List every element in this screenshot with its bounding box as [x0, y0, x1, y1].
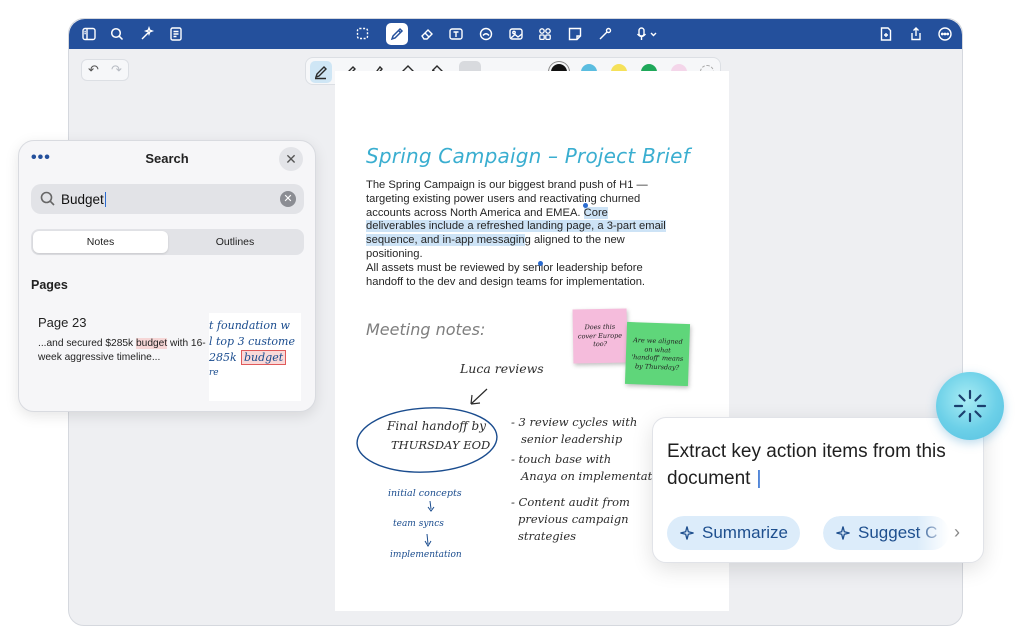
search-scope-segmented-control: Notes Outlines [31, 229, 304, 255]
sticky-note-icon[interactable] [565, 24, 585, 44]
redo-icon[interactable]: ↷ [111, 62, 122, 78]
sparkle-icon [836, 526, 850, 540]
elements-icon[interactable] [535, 24, 555, 44]
close-icon[interactable]: ✕ [279, 147, 303, 171]
add-page-icon[interactable] [876, 24, 896, 44]
ai-prompt-input[interactable]: Extract key action items from this docum… [667, 438, 957, 492]
handwriting-bullet3c: strategies [518, 529, 577, 543]
text-box-icon[interactable] [446, 24, 466, 44]
microphone-icon[interactable] [631, 24, 663, 44]
handwriting-bullet3b: previous campaign [518, 512, 629, 526]
ai-sparkle-icon[interactable] [137, 24, 157, 44]
lasso-select-icon[interactable] [353, 24, 373, 44]
eraser-icon[interactable] [417, 24, 437, 44]
search-icon[interactable] [107, 24, 127, 44]
laser-pointer-icon[interactable] [595, 24, 615, 44]
search-icon [40, 191, 55, 206]
summarize-button[interactable]: Summarize [667, 516, 800, 550]
image-icon[interactable] [506, 24, 526, 44]
search-input[interactable]: Budget ✕ [31, 184, 304, 214]
search-panel-title: Search [145, 151, 189, 166]
search-panel: ••• Search ✕ Budget ✕ Notes Outlines Pag… [18, 140, 316, 412]
handwriting-bullet3a: - Content audit from [511, 495, 630, 509]
handwriting-circle-line1: Final handoff by [387, 419, 486, 433]
handwriting-circle-line2: THURSDAY EOD [391, 438, 491, 452]
handwriting-bullet2a: - touch base with [511, 452, 612, 466]
search-result-page[interactable]: Page 23 [38, 315, 86, 330]
search-result-thumbnail[interactable]: t foundation w l top 3 custome 285k budg… [209, 313, 301, 401]
ai-assistant-icon[interactable] [936, 372, 1004, 440]
undo-icon[interactable]: ↶ [88, 62, 99, 78]
chevron-right-icon[interactable]: › [954, 522, 960, 543]
handwriting-flow2: team syncs [393, 519, 444, 529]
undo-redo-group: ↶ ↷ [81, 59, 129, 81]
top-toolbar [69, 19, 962, 49]
sidebar-icon[interactable] [79, 24, 99, 44]
shapes-icon[interactable] [476, 24, 496, 44]
ai-assistant-card: Extract key action items from this docum… [652, 417, 984, 563]
handwriting-bullet1a: - 3 review cycles with [511, 415, 638, 429]
clear-search-icon[interactable]: ✕ [280, 191, 296, 207]
pages-section-heading: Pages [31, 278, 68, 292]
search-result-snippet[interactable]: ...and secured $285k budget with 16-week… [38, 337, 206, 365]
handwriting-bullet1b: senior leadership [521, 432, 623, 446]
sparkle-icon [680, 526, 694, 540]
handwriting-flow1: initial concepts [388, 488, 462, 499]
search-query: Budget [61, 192, 106, 207]
fountain-pen-icon[interactable] [310, 61, 332, 83]
handwriting-bullet2b: Anaya on implementat [521, 469, 653, 483]
text-caret: | [756, 468, 762, 489]
document-list-icon[interactable] [166, 24, 186, 44]
more-icon[interactable] [935, 24, 955, 44]
tab-outlines[interactable]: Outlines [168, 231, 302, 253]
share-icon[interactable] [906, 24, 926, 44]
thumbnail-match-highlight: budget [241, 350, 287, 365]
handwriting-flow3: implementation [390, 550, 462, 560]
pen-tool-icon[interactable] [386, 23, 408, 45]
tab-notes[interactable]: Notes [33, 231, 168, 253]
